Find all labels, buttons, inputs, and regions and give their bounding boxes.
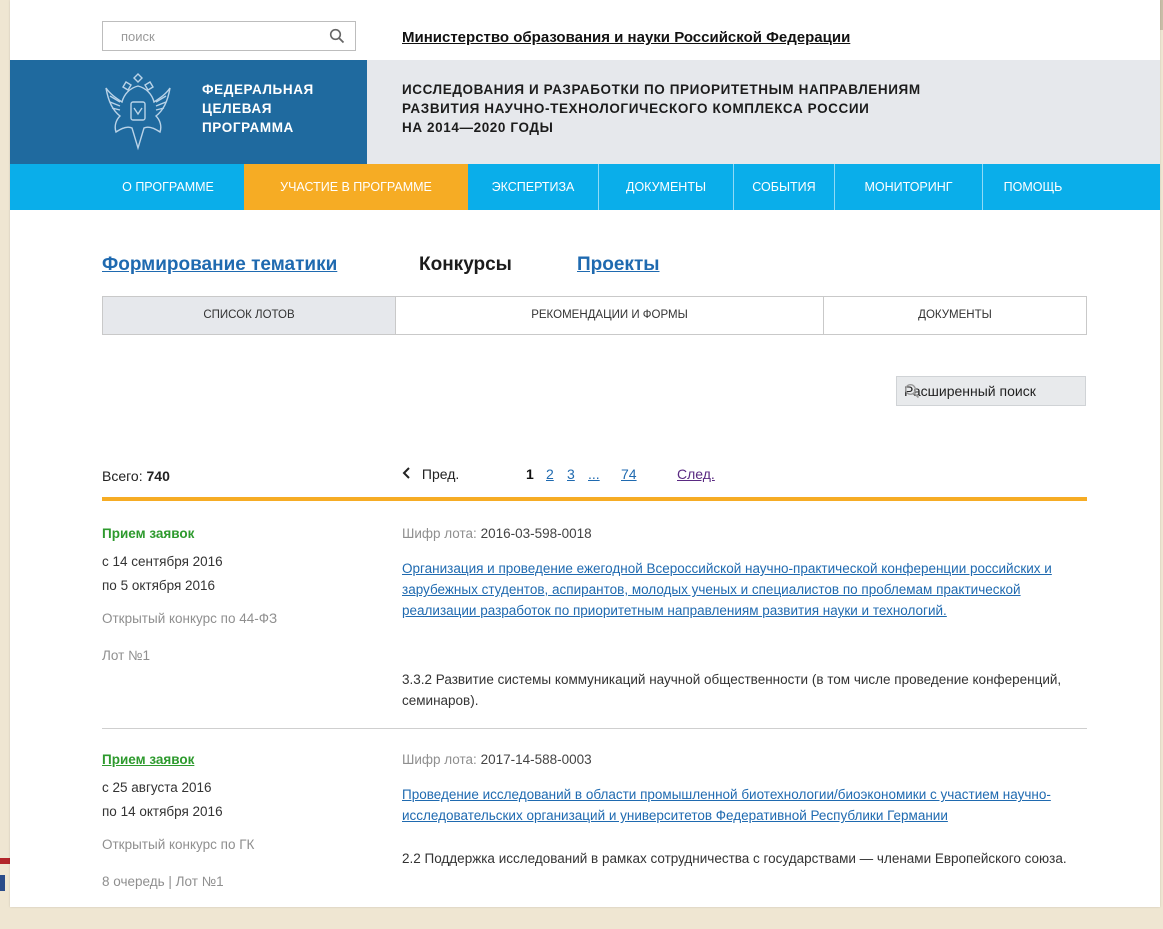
prev-page-label: Пред. bbox=[421, 466, 460, 482]
lot-direction: 3.3.2 Развитие системы коммуникаций науч… bbox=[402, 672, 1062, 708]
lot-status[interactable]: Прием заявок bbox=[102, 752, 194, 767]
program-name-line: ФЕДЕРАЛЬНАЯ bbox=[202, 82, 314, 97]
subtabs: СПИСОК ЛОТОВ РЕКОМЕНДАЦИИ И ФОРМЫ ДОКУМЕ… bbox=[102, 296, 1087, 335]
lot-number: Лот №1 bbox=[102, 648, 150, 663]
subtab-lot-list[interactable]: СПИСОК ЛОТОВ bbox=[103, 297, 395, 334]
lot-code-value: 2017-14-588-0003 bbox=[480, 752, 592, 767]
page-link-ellipsis[interactable]: ... bbox=[588, 466, 600, 482]
program-title-block: ИССЛЕДОВАНИЯ И РАЗРАБОТКИ ПО ПРИОРИТЕТНЫ… bbox=[367, 60, 1160, 164]
lot-date-to: по 5 октября 2016 bbox=[102, 578, 216, 593]
nav-item-documents[interactable]: ДОКУМЕНТЫ bbox=[599, 164, 733, 210]
lot-date-from: с 25 августа 2016 bbox=[102, 780, 212, 795]
lot-number: 8 очередь | Лот №1 bbox=[102, 874, 224, 889]
page-link[interactable]: 74 bbox=[621, 466, 637, 482]
top-bar: Министерство образования и науки Российс… bbox=[10, 0, 1160, 60]
site-search bbox=[102, 21, 356, 51]
program-name-line: ПРОГРАММА bbox=[202, 120, 294, 135]
page-link[interactable]: 2 bbox=[546, 466, 554, 482]
search-icon[interactable] bbox=[329, 28, 345, 49]
lot-code-label: Шифр лота: bbox=[402, 752, 477, 767]
lot-contest-type: Открытый конкурс по ГК bbox=[102, 837, 255, 852]
background-decoration-blue bbox=[0, 875, 5, 891]
list-top-divider bbox=[102, 497, 1087, 501]
coat-of-arms-icon bbox=[102, 68, 174, 154]
lot-code: Шифр лота: 2016-03-598-0018 bbox=[402, 526, 592, 541]
lot-title-link[interactable]: Организация и проведение ежегодной Всеро… bbox=[402, 558, 1082, 621]
total-count: Всего: 740 bbox=[102, 468, 170, 484]
page: Министерство образования и науки Российс… bbox=[10, 0, 1160, 907]
nav-item-expertise[interactable]: ЭКСПЕРТИЗА bbox=[468, 164, 598, 210]
lot-code-value: 2016-03-598-0018 bbox=[480, 526, 592, 541]
subtab-recommendations[interactable]: РЕКОМЕНДАЦИИ И ФОРМЫ bbox=[396, 297, 823, 334]
lot-item: Прием заявок с 25 августа 2016 по 14 окт… bbox=[102, 752, 1087, 902]
prev-page-button[interactable]: Пред. bbox=[402, 466, 459, 482]
page-link[interactable]: 3 bbox=[567, 466, 575, 482]
program-title-line: ИССЛЕДОВАНИЯ И РАЗРАБОТКИ ПО ПРИОРИТЕТНЫ… bbox=[402, 82, 921, 97]
program-title-line: НА 2014—2020 ГОДЫ bbox=[402, 120, 554, 135]
search-input[interactable] bbox=[103, 22, 303, 50]
nav-item-monitoring[interactable]: МОНИТОРИНГ bbox=[835, 164, 982, 210]
nav-item-about[interactable]: О ПРОГРАММЕ bbox=[92, 164, 244, 210]
lot-divider bbox=[102, 728, 1087, 729]
lot-date-from: с 14 сентября 2016 bbox=[102, 554, 223, 569]
lot-contest-type: Открытый конкурс по 44-ФЗ bbox=[102, 611, 278, 626]
lot-date-to: по 14 октября 2016 bbox=[102, 804, 223, 819]
total-label: Всего: bbox=[102, 468, 143, 484]
nav-item-help[interactable]: ПОМОЩЬ bbox=[983, 164, 1083, 210]
lot-code-label: Шифр лота: bbox=[402, 526, 477, 541]
page-current: 1 bbox=[526, 466, 534, 482]
nav-item-events[interactable]: СОБЫТИЯ bbox=[734, 164, 834, 210]
chevron-left-icon bbox=[402, 466, 412, 482]
nav-item-participation[interactable]: УЧАСТИЕ В ПРОГРАММЕ bbox=[244, 164, 468, 210]
lot-code: Шифр лота: 2017-14-588-0003 bbox=[402, 752, 592, 767]
tab-topics[interactable]: Формирование тематики bbox=[102, 254, 337, 276]
ministry-link[interactable]: Министерство образования и науки Российс… bbox=[402, 29, 850, 46]
search-icon bbox=[904, 383, 1077, 402]
next-page-button[interactable]: След. bbox=[677, 466, 715, 482]
program-logo[interactable]: ФЕДЕРАЛЬНАЯ ЦЕЛЕВАЯ ПРОГРАММА bbox=[10, 60, 367, 164]
lot-direction: 2.2 Поддержка исследований в рамках сотр… bbox=[402, 851, 1067, 866]
lot-title-link[interactable]: Проведение исследований в области промыш… bbox=[402, 784, 1082, 826]
main-nav: О ПРОГРАММЕ УЧАСТИЕ В ПРОГРАММЕ ЭКСПЕРТИ… bbox=[10, 164, 1160, 210]
lot-dates: с 25 августа 2016 по 14 октября 2016 bbox=[102, 776, 223, 824]
tab-projects[interactable]: Проекты bbox=[577, 254, 659, 276]
lot-item: Прием заявок с 14 сентября 2016 по 5 окт… bbox=[102, 526, 1087, 716]
program-title: ИССЛЕДОВАНИЯ И РАЗРАБОТКИ ПО ПРИОРИТЕТНЫ… bbox=[402, 80, 921, 137]
lot-status: Прием заявок bbox=[102, 526, 195, 541]
tab-contests[interactable]: Конкурсы bbox=[419, 254, 512, 276]
program-title-line: РАЗВИТИЯ НАУЧНО-ТЕХНОЛОГИЧЕСКОГО КОМПЛЕК… bbox=[402, 101, 870, 116]
program-name-line: ЦЕЛЕВАЯ bbox=[202, 101, 273, 116]
lot-dates: с 14 сентября 2016 по 5 октября 2016 bbox=[102, 550, 223, 598]
program-name: ФЕДЕРАЛЬНАЯ ЦЕЛЕВАЯ ПРОГРАММА bbox=[202, 80, 314, 137]
subtab-documents[interactable]: ДОКУМЕНТЫ bbox=[824, 297, 1086, 334]
advanced-search-button[interactable]: Расширенный поиск bbox=[896, 376, 1086, 406]
total-value: 740 bbox=[146, 468, 170, 484]
